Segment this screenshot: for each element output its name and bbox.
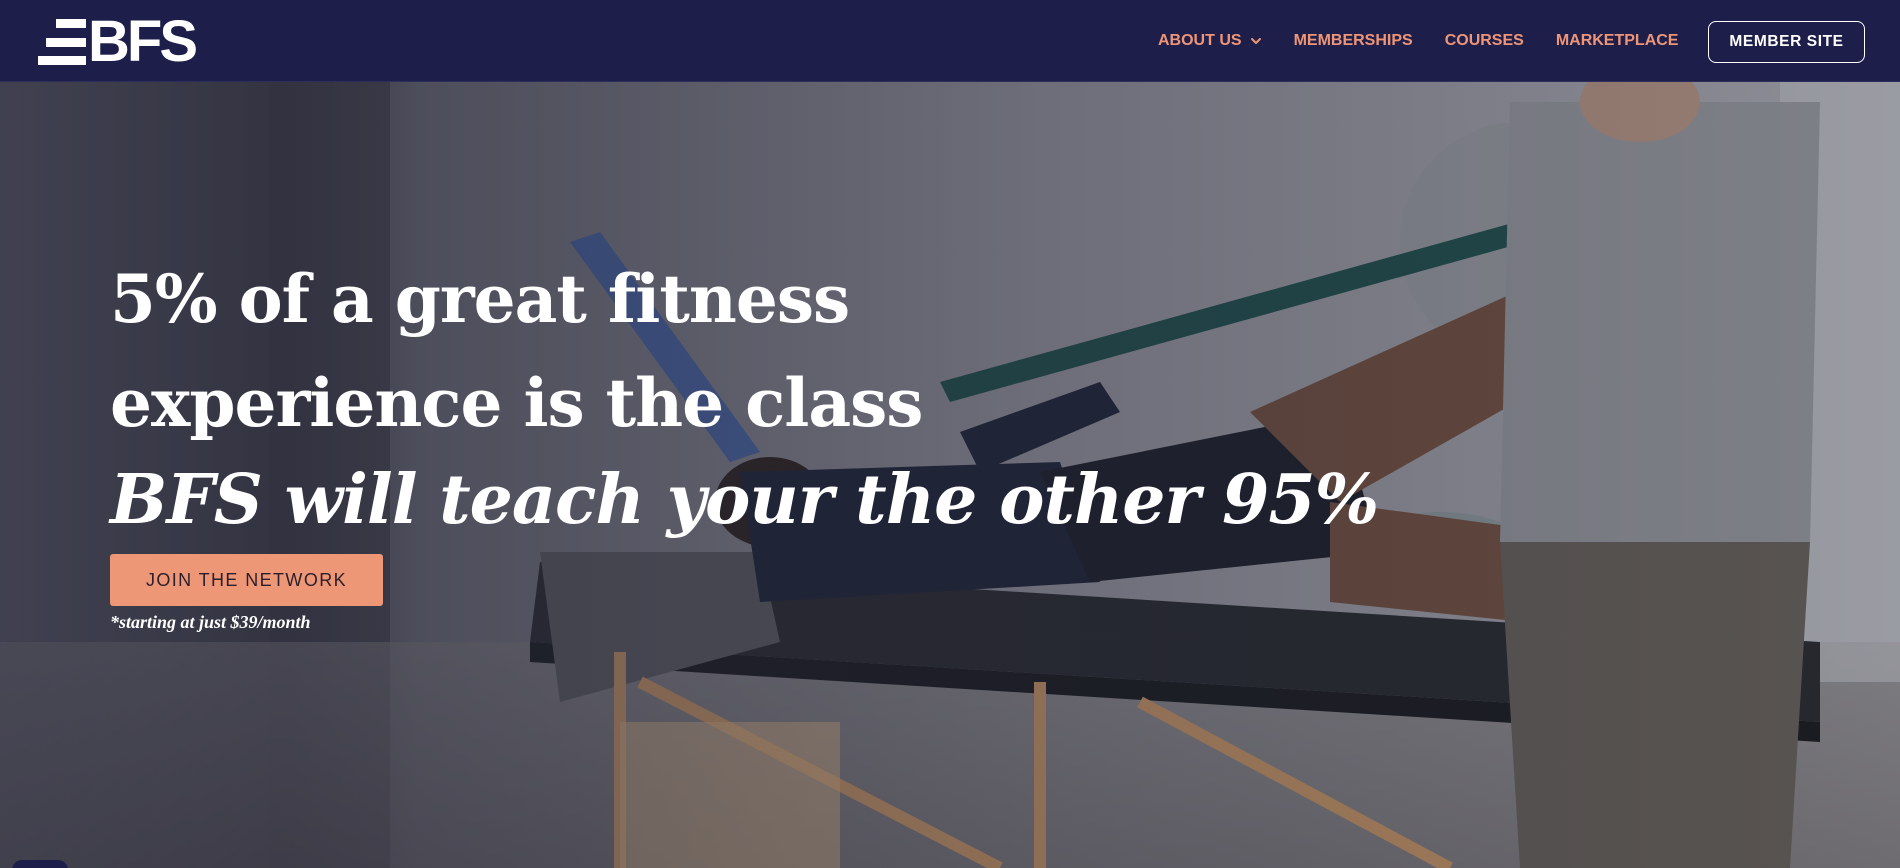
headline-line-2: experience is the class: [110, 364, 923, 442]
member-site-button[interactable]: MEMBER SITE: [1708, 21, 1865, 63]
site-header: BFS ABOUT US MEMBERSHIPS COURSES MARKETP…: [0, 0, 1900, 82]
join-network-button[interactable]: JOIN THE NETWORK: [110, 554, 383, 606]
nav-courses-label: COURSES: [1444, 32, 1524, 49]
headline-line-3: BFS will teach your the other 95%: [110, 460, 1379, 540]
nav-courses[interactable]: COURSES: [1445, 32, 1524, 50]
nav-marketplace[interactable]: MARKETPLACE: [1556, 32, 1679, 50]
hero-section: 5% of a great fitness experience is the …: [0, 82, 1900, 868]
nav-memberships-label: MEMBERSHIPS: [1293, 32, 1413, 49]
nav-about-us-label: ABOUT US: [1158, 32, 1242, 49]
nav-about-us[interactable]: ABOUT US: [1158, 32, 1262, 50]
main-nav: ABOUT US MEMBERSHIPS COURSES MARKETPLACE: [1158, 0, 1710, 82]
chat-widget-tab[interactable]: [12, 860, 68, 868]
hero-headline: 5% of a great fitness experience is the …: [110, 247, 1379, 545]
logo-text: BFS: [88, 9, 198, 74]
nav-marketplace-label: MARKETPLACE: [1555, 32, 1679, 49]
logo-mark: [38, 19, 86, 65]
price-note: *starting at just $39/month: [110, 612, 311, 632]
chevron-down-icon: [1250, 38, 1261, 44]
bfs-logo[interactable]: BFS: [38, 9, 198, 74]
headline-line-1: 5% of a great fitness: [110, 260, 850, 338]
nav-memberships[interactable]: MEMBERSHIPS: [1294, 32, 1413, 50]
